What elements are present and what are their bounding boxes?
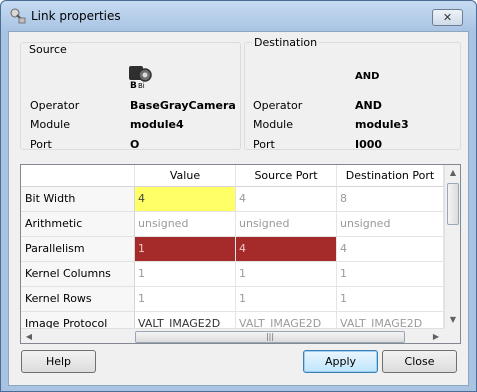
destination-module-label: Module bbox=[253, 118, 293, 131]
table-corner-header bbox=[21, 165, 135, 187]
source-port-label: Port bbox=[30, 138, 52, 151]
row-header-parallelism[interactable]: Parallelism bbox=[21, 237, 135, 262]
close-button[interactable]: Close bbox=[382, 350, 457, 373]
destination-operator-label: Operator bbox=[253, 99, 303, 112]
row-header-kernel-rows[interactable]: Kernel Rows bbox=[21, 287, 135, 312]
camera-operator-icon: B Bi bbox=[129, 66, 152, 89]
scroll-up-arrow-icon[interactable]: ▲ bbox=[445, 165, 460, 181]
close-window-button[interactable]: ✕ bbox=[432, 9, 463, 26]
destination-group: Destination AND Operator AND Module modu… bbox=[244, 36, 461, 151]
cell-bit-width-destination-port[interactable]: 8 bbox=[337, 187, 444, 212]
help-button[interactable]: Help bbox=[21, 350, 96, 373]
source-port-value: O bbox=[130, 138, 140, 151]
source-group: B Bi Operator BaseGrayCamera Module modu… bbox=[20, 42, 241, 151]
window-title: Link properties bbox=[31, 9, 121, 23]
scroll-right-arrow-icon[interactable]: ▶ bbox=[428, 329, 444, 343]
cell-arithmetic-source-port[interactable]: unsigned bbox=[236, 212, 337, 237]
cell-bit-width-source-port[interactable]: 4 bbox=[236, 187, 337, 212]
cell-kernel-columns-source-port[interactable]: 1 bbox=[236, 262, 337, 287]
svg-text:B: B bbox=[130, 81, 137, 89]
horizontal-scrollbar[interactable]: ◀ ||| ▶ bbox=[21, 328, 444, 343]
apply-button[interactable]: Apply bbox=[303, 350, 378, 373]
source-module-value: module4 bbox=[130, 118, 184, 131]
cell-arithmetic-value[interactable]: unsigned bbox=[135, 212, 236, 237]
destination-port-value: I000 bbox=[355, 138, 383, 151]
dialog-body: Source B Bi Operator BaseGrayCamera Modu… bbox=[8, 31, 469, 386]
properties-table[interactable]: Value Source Port Destination Port Bit W… bbox=[20, 164, 461, 344]
source-operator-label: Operator bbox=[30, 99, 80, 112]
vertical-scroll-thumb[interactable] bbox=[447, 183, 459, 225]
svg-text:Bi: Bi bbox=[138, 82, 145, 89]
cell-kernel-columns-value[interactable]: 1 bbox=[135, 262, 236, 287]
cell-parallelism-source-port[interactable]: 4 bbox=[236, 237, 337, 262]
scroll-down-arrow-icon[interactable]: ▼ bbox=[445, 312, 460, 328]
link-properties-icon bbox=[10, 8, 26, 24]
destination-operator-value: AND bbox=[355, 99, 382, 112]
title-bar[interactable]: Link properties ✕ bbox=[1, 1, 476, 31]
destination-operator-header: AND bbox=[355, 71, 380, 82]
link-properties-window: Link properties ✕ Source B Bi Operator B… bbox=[0, 0, 477, 392]
source-module-label: Module bbox=[30, 118, 70, 131]
column-header-destination-port[interactable]: Destination Port bbox=[337, 165, 444, 187]
row-header-bit-width[interactable]: Bit Width bbox=[21, 187, 135, 212]
horizontal-scroll-thumb[interactable]: ||| bbox=[135, 331, 405, 343]
vertical-scrollbar[interactable]: ▲ ▼ bbox=[444, 165, 460, 328]
scrollbar-corner bbox=[444, 328, 460, 343]
column-header-value[interactable]: Value bbox=[135, 165, 236, 187]
destination-port-label: Port bbox=[253, 138, 275, 151]
cell-kernel-columns-destination-port[interactable]: 1 bbox=[337, 262, 444, 287]
cell-kernel-rows-value[interactable]: 1 bbox=[135, 287, 236, 312]
source-operator-value: BaseGrayCamera bbox=[130, 99, 236, 112]
cell-kernel-rows-destination-port[interactable]: 1 bbox=[337, 287, 444, 312]
cell-parallelism-value[interactable]: 1 bbox=[135, 237, 236, 262]
cell-bit-width-value[interactable]: 4 bbox=[135, 187, 236, 212]
cell-kernel-rows-source-port[interactable]: 1 bbox=[236, 287, 337, 312]
scroll-left-arrow-icon[interactable]: ◀ bbox=[21, 329, 37, 343]
row-header-arithmetic[interactable]: Arithmetic bbox=[21, 212, 135, 237]
cell-arithmetic-destination-port[interactable]: unsigned bbox=[337, 212, 444, 237]
cell-parallelism-destination-port[interactable]: 4 bbox=[337, 237, 444, 262]
column-header-source-port[interactable]: Source Port bbox=[236, 165, 337, 187]
row-header-kernel-columns[interactable]: Kernel Columns bbox=[21, 262, 135, 287]
destination-group-title: Destination bbox=[252, 36, 320, 49]
destination-module-value: module3 bbox=[355, 118, 409, 131]
